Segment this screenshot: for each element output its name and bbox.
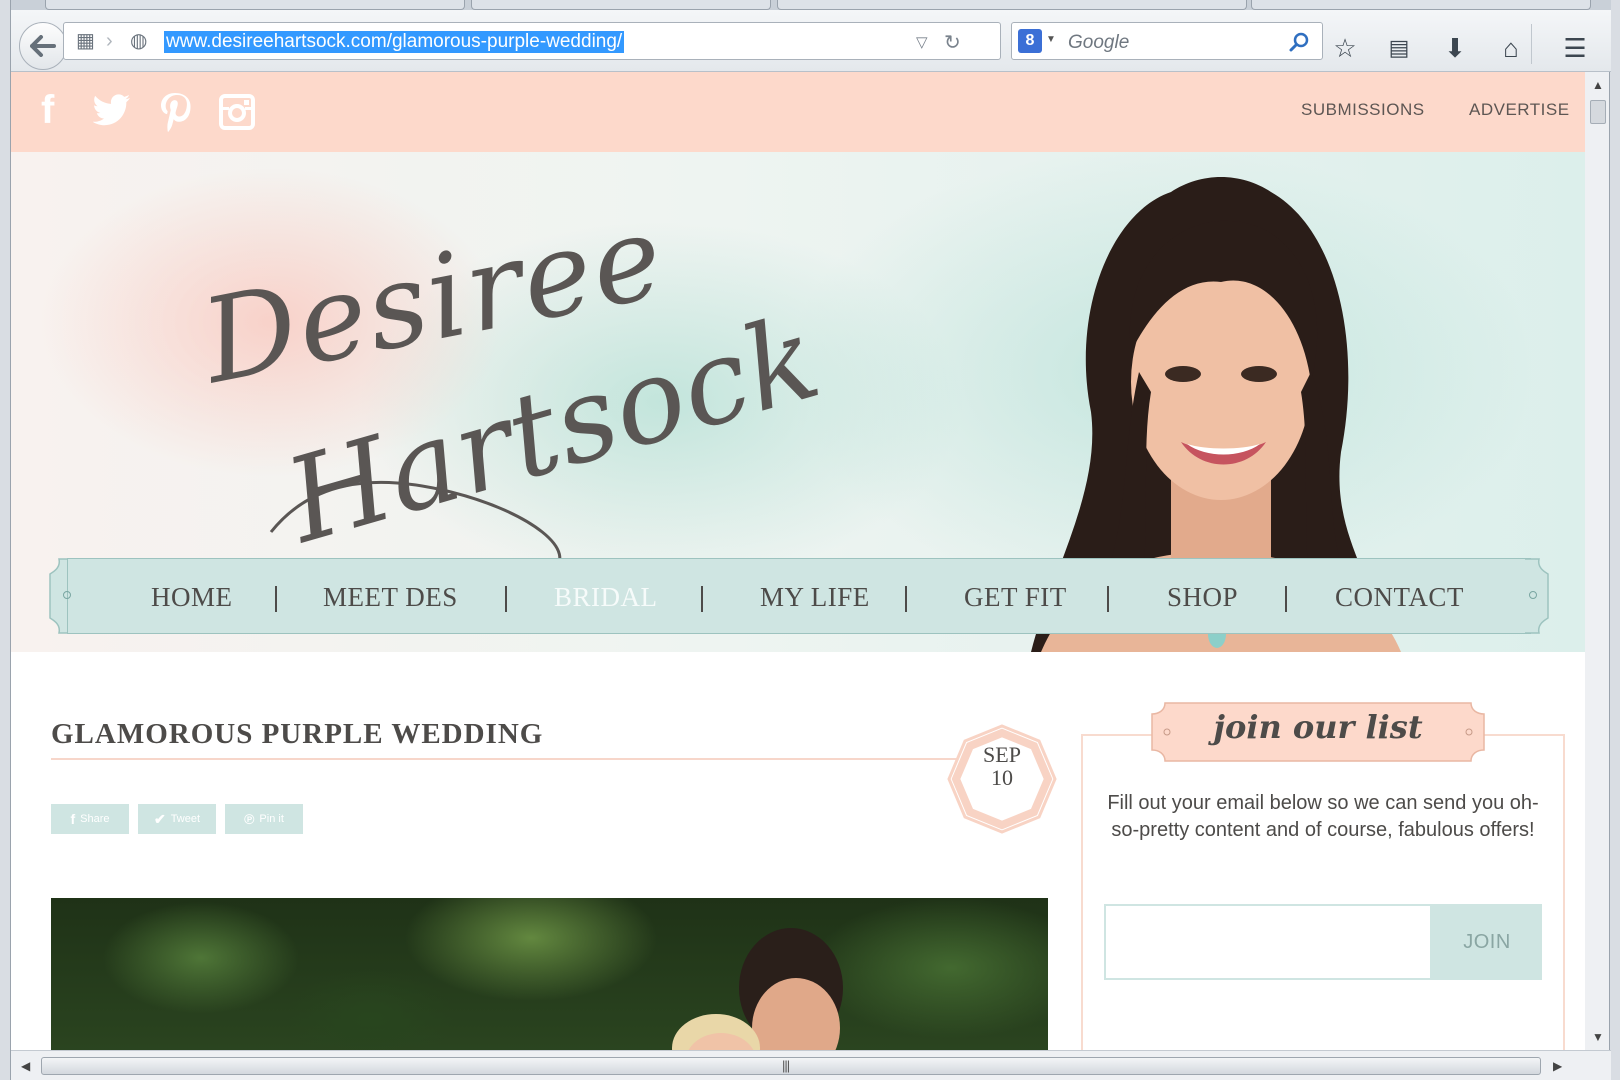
home-icon[interactable]: ⌂ [1493,30,1529,66]
search-engine-icon[interactable]: 8 [1018,29,1042,53]
nav-get-fit[interactable]: GET FIT [964,582,1067,613]
nav-meet-des[interactable]: MEET DES [323,582,458,613]
scroll-right-icon[interactable]: ▶ [1553,1059,1562,1073]
join-button[interactable]: JOIN [1432,904,1542,980]
browser-tab[interactable] [471,0,771,10]
couple-photo [672,928,843,1050]
bookmarks-menu-icon[interactable]: ▤ [1381,30,1417,66]
nav-shop[interactable]: SHOP [1167,582,1238,613]
tweet-label: Tweet [170,813,201,825]
facebook-icon[interactable]: f [41,88,54,132]
twitter-icon: ✔ [153,810,166,827]
scroll-left-icon[interactable]: ◀ [21,1059,30,1073]
back-arrow-icon [30,35,56,57]
twitter-icon[interactable] [93,94,131,126]
back-button[interactable] [19,22,67,70]
download-icon[interactable]: ⬇ [1437,30,1473,66]
nav-contact[interactable]: CONTACT [1335,582,1464,613]
scroll-down-icon[interactable]: ▼ [1592,1030,1604,1044]
url-text[interactable]: www.desireehartsock.com/glamorous-purple… [164,31,625,53]
nav-ornament [63,591,71,599]
page-viewport: f SUBMISSIONS ADVERTISE Desiree Hartsock [11,72,1585,1050]
horizontal-scrollbar[interactable]: ◀ ||| ▶ [11,1050,1611,1080]
engine-dropdown-icon[interactable]: ▼ [1046,34,1056,45]
bookmark-star-icon[interactable]: ☆ [1327,30,1363,66]
search-placeholder[interactable]: Google [1068,32,1129,54]
advertise-link[interactable]: ADVERTISE [1469,100,1570,120]
grip-icon: ||| [782,1058,790,1073]
main-nav: HOME MEET DES BRIDAL MY LIFE GET FIT SHO… [49,554,1549,636]
newsletter-description: Fill out your email below so we can send… [1107,792,1539,841]
nav-separator [275,586,277,612]
tweet-button[interactable]: ✔ Tweet [138,804,216,834]
scroll-thumb[interactable] [1590,100,1606,124]
post-title[interactable]: GLAMOROUS PURPLE WEDDING [51,718,543,751]
nav-separator [1107,586,1109,612]
browser-toolbar: ▦ › ◍ www.desireehartsock.com/glamorous-… [11,10,1611,72]
instagram-icon[interactable] [219,94,255,130]
reload-icon[interactable]: ↻ [944,30,961,55]
url-bar[interactable]: ▦ › ◍ www.desireehartsock.com/glamorous-… [63,22,1001,60]
nav-separator [1285,586,1287,612]
pin-label: Pin it [259,813,284,825]
nav-separator [905,586,907,612]
post-hero-photo[interactable] [51,898,1048,1050]
nav-ornament [1529,591,1537,599]
newsletter-heading: join our list [1213,708,1423,746]
tab-strip [11,0,1611,10]
nav-separator [701,586,703,612]
pinterest-icon[interactable] [159,92,191,132]
nav-bridal[interactable]: BRIDAL [554,582,658,613]
sidebar-panel-icon[interactable]: ▦ [76,31,95,51]
facebook-share-button[interactable]: f Share [51,804,129,834]
facebook-icon: f [70,811,76,827]
social-bar: f SUBMISSIONS ADVERTISE [11,72,1585,152]
pinterest-icon: ℗ [244,811,255,827]
toolbar-divider [1531,24,1532,64]
browser-tab[interactable] [777,0,1247,10]
browser-tab[interactable] [45,0,465,10]
title-divider [51,758,981,760]
pin-it-button[interactable]: ℗ Pin it [225,804,303,834]
newsletter-widget [1081,734,1565,1050]
nav-separator [505,586,507,612]
scroll-thumb[interactable]: ||| [41,1057,1541,1075]
browser-window: ▦ › ◍ www.desireehartsock.com/glamorous-… [10,0,1611,1080]
scroll-up-icon[interactable]: ▲ [1592,78,1604,92]
share-label: Share [80,813,110,825]
menu-icon[interactable]: ☰ [1557,30,1593,66]
history-dropdown-icon[interactable]: ▽ [916,33,928,51]
submissions-link[interactable]: SUBMISSIONS [1301,100,1425,120]
search-bar[interactable]: 8 ▼ Google [1011,22,1323,60]
globe-icon[interactable]: ◍ [130,31,147,51]
browser-tab[interactable] [1251,0,1591,10]
email-field[interactable] [1104,904,1432,980]
nav-my-life[interactable]: MY LIFE [760,582,870,613]
identity-chevron-icon: › [106,30,113,52]
nav-home[interactable]: HOME [151,582,233,613]
post-date-day: 10 [991,765,1013,790]
search-icon[interactable] [1288,31,1310,53]
vertical-scrollbar[interactable]: ▲ ▼ [1587,72,1609,1050]
